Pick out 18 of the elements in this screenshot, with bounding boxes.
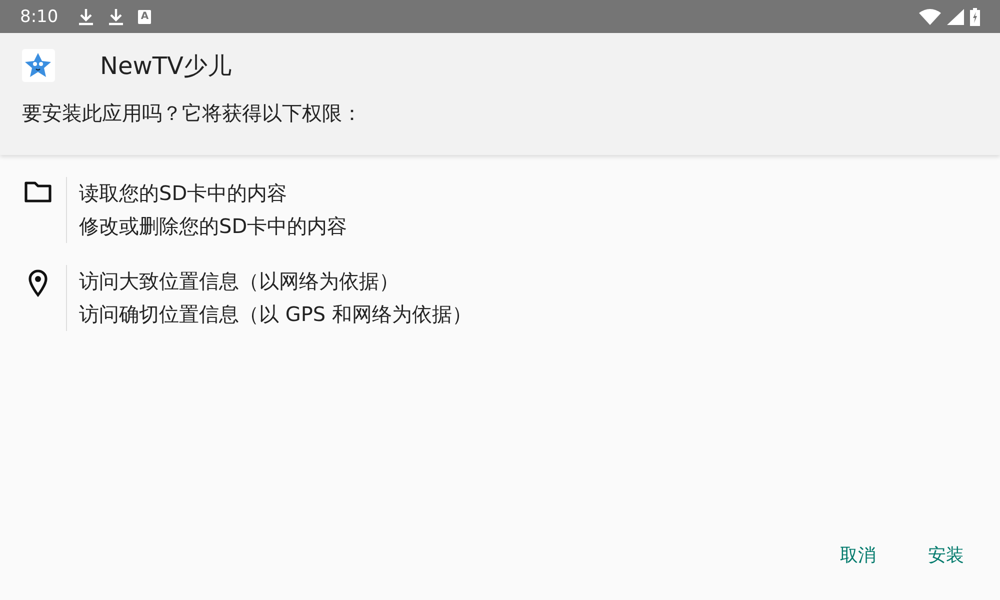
permission-text: 访问大致位置信息（以网络为依据）	[79, 268, 400, 295]
folder-icon	[24, 181, 52, 203]
battery-icon	[970, 8, 980, 26]
download-icon	[108, 8, 124, 26]
notification-icon: A	[138, 10, 152, 24]
dialog-button[interactable]: 安装	[912, 535, 980, 575]
app-icon	[22, 49, 55, 82]
dialog-button[interactable]: 取消	[824, 535, 892, 575]
permission-text: 访问确切位置信息（以 GPS 和网络为依据）	[79, 301, 472, 328]
wifi-icon	[919, 8, 941, 24]
permission-text: 读取您的SD卡中的内容	[79, 180, 288, 207]
download-icon	[78, 8, 94, 26]
permission-text: 修改或删除您的SD卡中的内容	[79, 213, 348, 240]
install-question: 要安装此应用吗？它将获得以下权限：	[22, 100, 363, 127]
app-name: NewTV少儿	[100, 50, 232, 82]
clock-time: 8:10	[20, 6, 58, 26]
location-pin-icon	[28, 269, 48, 297]
signal-icon	[947, 8, 964, 24]
